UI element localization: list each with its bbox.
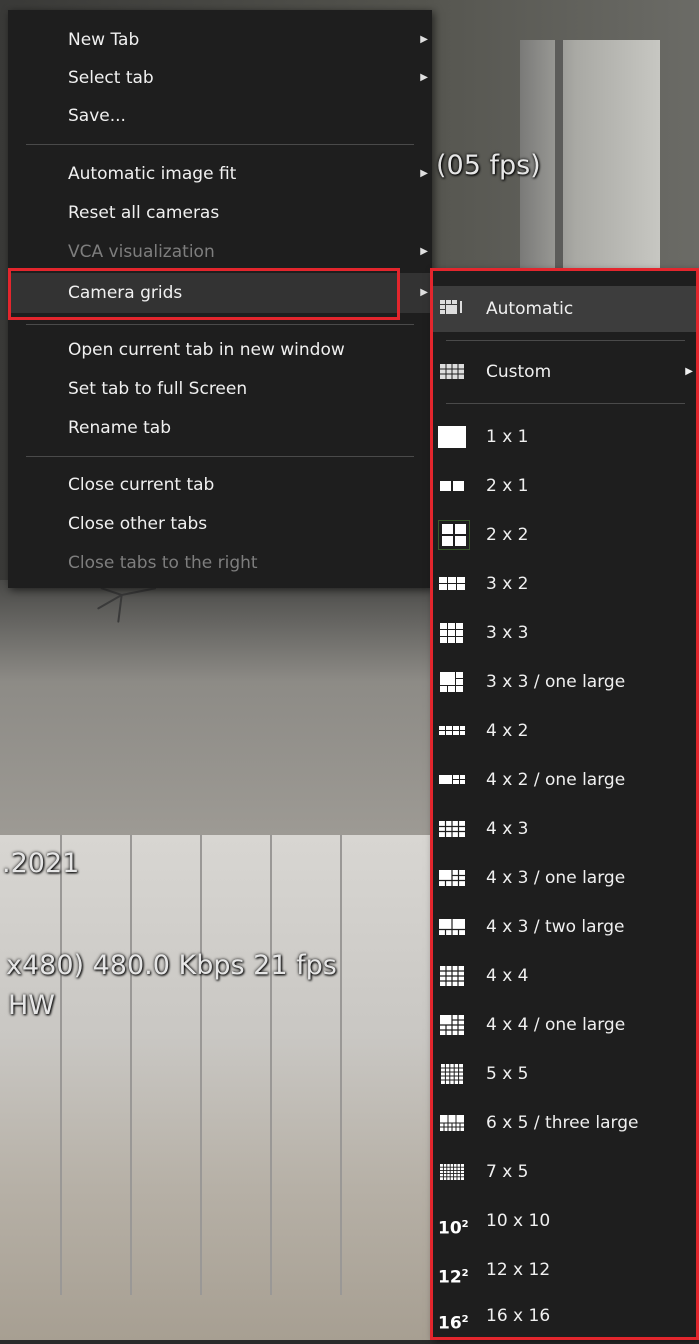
menu-separator [26, 456, 414, 457]
stream-info-overlay: x480) 480.0 Kbps 21 fps [6, 950, 337, 981]
submenu-arrow-icon: ▶ [420, 246, 428, 257]
menu-item-label: Close other tabs [68, 514, 208, 534]
hw-overlay: HW [8, 990, 55, 1021]
menu-item-full-screen[interactable]: Set tab to full Screen [8, 371, 432, 407]
menu-item-vca-visualization: VCA visualization ▶ [8, 234, 432, 270]
camera-grids-highlight-box [8, 268, 400, 320]
menu-item-label: Close tabs to the right [68, 553, 258, 573]
menu-item-close-tabs-right: Close tabs to the right [8, 545, 432, 581]
door-image [520, 40, 660, 280]
menu-item-label: Select tab [68, 68, 154, 88]
menu-item-open-in-new-window[interactable]: Open current tab in new window [8, 332, 432, 368]
menu-item-label: Open current tab in new window [68, 340, 345, 360]
menu-separator [26, 324, 414, 325]
menu-item-label: New Tab [68, 30, 140, 50]
fps-overlay-top: (05 fps) [436, 150, 541, 181]
menu-item-close-other-tabs[interactable]: Close other tabs [8, 506, 432, 542]
date-overlay: .2021 [2, 848, 80, 879]
door-frame [555, 40, 563, 280]
menu-item-new-tab[interactable]: New Tab ▶ [8, 22, 432, 58]
menu-item-label: Rename tab [68, 418, 171, 438]
submenu-arrow-icon: ▶ [420, 287, 428, 298]
menu-item-save[interactable]: Save... [8, 98, 432, 134]
menu-item-close-current-tab[interactable]: Close current tab [8, 467, 432, 503]
camera-grids-submenu-highlight-box [430, 268, 699, 1340]
menu-item-label: VCA visualization [68, 242, 215, 262]
menu-item-select-tab[interactable]: Select tab ▶ [8, 60, 432, 96]
menu-item-label: Close current tab [68, 475, 215, 495]
menu-item-label: Reset all cameras [68, 203, 220, 223]
submenu-arrow-icon: ▶ [420, 72, 428, 83]
menu-item-automatic-image-fit[interactable]: Automatic image fit ▶ [8, 156, 432, 192]
menu-item-label: Save... [68, 106, 126, 126]
camera-feed-bottom [0, 835, 430, 1340]
submenu-arrow-icon: ▶ [420, 168, 428, 179]
menu-item-label: Set tab to full Screen [68, 379, 248, 399]
camera-feed-middle [0, 580, 430, 835]
menu-item-label: Automatic image fit [68, 164, 237, 184]
menu-item-reset-all-cameras[interactable]: Reset all cameras [8, 195, 432, 231]
menu-separator [26, 144, 414, 145]
submenu-arrow-icon: ▶ [420, 34, 428, 45]
menu-item-rename-tab[interactable]: Rename tab [8, 410, 432, 446]
